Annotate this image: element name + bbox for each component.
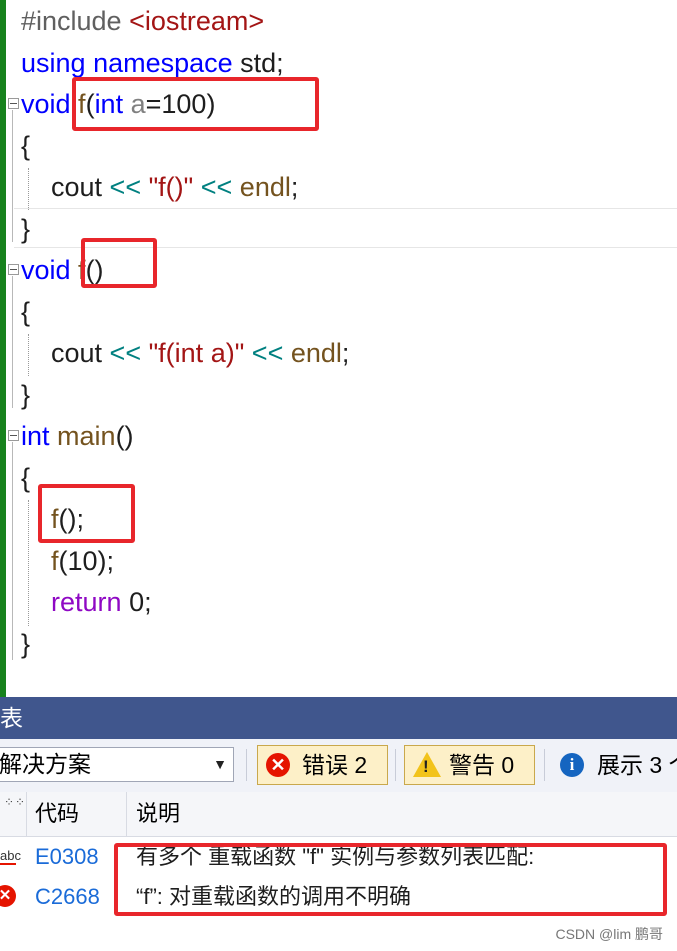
- code-line[interactable]: return 0;: [21, 582, 152, 623]
- error-code[interactable]: C2668: [35, 877, 100, 917]
- annotation-box-no-param: [81, 238, 157, 288]
- code-token: void: [21, 89, 79, 119]
- code-token: <<: [251, 338, 291, 368]
- code-token: 0;: [129, 587, 152, 617]
- code-line[interactable]: cout << "f()" << endl;: [21, 167, 298, 208]
- column-divider[interactable]: [26, 792, 27, 836]
- code-token: void: [21, 255, 79, 285]
- error-list-toolbar: 解决方案 ▼ ✕ 错误 2 警告 0 i 展示 3 个: [0, 739, 677, 792]
- code-token: "f()": [148, 172, 201, 202]
- code-token: <<: [109, 172, 149, 202]
- code-line[interactable]: {: [21, 292, 30, 333]
- code-token: using: [21, 48, 94, 78]
- annotation-box-default-param: [72, 77, 319, 131]
- annotation-box-ambiguous-call: [38, 484, 135, 543]
- watermark: CSDN @lim 鹏哥: [555, 926, 663, 942]
- code-line[interactable]: }: [21, 624, 30, 665]
- code-token: {: [21, 297, 31, 327]
- code-token: }: [21, 380, 31, 410]
- scope-dropdown[interactable]: 解决方案 ▼: [0, 747, 234, 782]
- collapse-icon[interactable]: [8, 430, 19, 441]
- code-token: {: [21, 463, 31, 493]
- code-token: f: [51, 546, 59, 576]
- error-code[interactable]: E0308: [35, 837, 99, 877]
- grip-icon[interactable]: ⁘⁘: [4, 796, 26, 808]
- error-icon: ✕: [0, 885, 16, 907]
- code-token: endl: [290, 338, 342, 368]
- code-line[interactable]: cout << "f(int a)" << endl;: [21, 333, 349, 374]
- outline-guide: [12, 110, 13, 242]
- column-divider[interactable]: [126, 792, 127, 836]
- spelling-error-icon: abc: [0, 848, 21, 865]
- code-token: namespace: [93, 48, 241, 78]
- info-icon[interactable]: i: [560, 753, 584, 777]
- code-line[interactable]: {: [21, 126, 30, 167]
- warnings-filter-label: 警告 0: [449, 752, 515, 778]
- code-token: }: [21, 214, 31, 244]
- messages-filter-label[interactable]: 展示 3 个: [597, 739, 677, 792]
- code-token: cout: [21, 172, 110, 202]
- scope-value: 解决方案: [0, 751, 91, 777]
- code-token: return: [51, 587, 130, 617]
- separator: [395, 749, 396, 781]
- code-token: std;: [240, 48, 284, 78]
- code-line[interactable]: f(10);: [21, 541, 114, 582]
- errors-filter-button[interactable]: ✕ 错误 2: [257, 745, 388, 785]
- error-list-title-bar: 表: [0, 697, 677, 739]
- error-list-empty-area: CSDN @lim 鹏哥: [0, 916, 677, 951]
- chevron-down-icon: ▼: [213, 756, 227, 772]
- error-list-header: ⁘⁘ 代码 说明: [0, 792, 677, 837]
- code-token: <<: [200, 172, 240, 202]
- code-token: (10);: [58, 546, 115, 576]
- collapse-icon[interactable]: [8, 98, 19, 109]
- code-token: endl: [239, 172, 291, 202]
- code-editor[interactable]: #include <iostream> using namespace std; v…: [0, 0, 677, 697]
- code-token: }: [21, 629, 31, 659]
- warnings-filter-button[interactable]: 警告 0: [404, 745, 535, 785]
- separator: [544, 749, 545, 781]
- code-token: main: [57, 421, 116, 451]
- code-line[interactable]: #include <iostream>: [21, 1, 264, 42]
- outline-guide: [12, 276, 13, 408]
- error-list-title: 表: [0, 705, 23, 731]
- code-token: #include: [21, 6, 130, 36]
- code-token: "f(int a)": [148, 338, 252, 368]
- separator: [246, 749, 247, 781]
- column-header-code[interactable]: 代码: [35, 792, 79, 836]
- warning-icon: [413, 752, 441, 777]
- code-line[interactable]: }: [21, 209, 30, 250]
- annotation-box-errors: [114, 843, 667, 916]
- code-token: {: [21, 131, 31, 161]
- code-token: int: [21, 421, 58, 451]
- code-line[interactable]: int main(): [21, 416, 134, 457]
- error-icon: ✕: [266, 753, 290, 777]
- code-line[interactable]: }: [21, 375, 30, 416]
- code-line[interactable]: {: [21, 458, 30, 499]
- code-token: ;: [341, 338, 350, 368]
- code-token: cout: [21, 338, 110, 368]
- code-token: (): [115, 421, 134, 451]
- column-header-description[interactable]: 说明: [136, 792, 180, 836]
- code-token: <<: [109, 338, 149, 368]
- change-indicator-bar: [0, 0, 6, 697]
- errors-filter-label: 错误 2: [302, 752, 368, 778]
- collapse-icon[interactable]: [8, 264, 19, 275]
- code-token: ;: [290, 172, 299, 202]
- code-token: <iostream>: [129, 6, 265, 36]
- outline-guide: [12, 442, 13, 660]
